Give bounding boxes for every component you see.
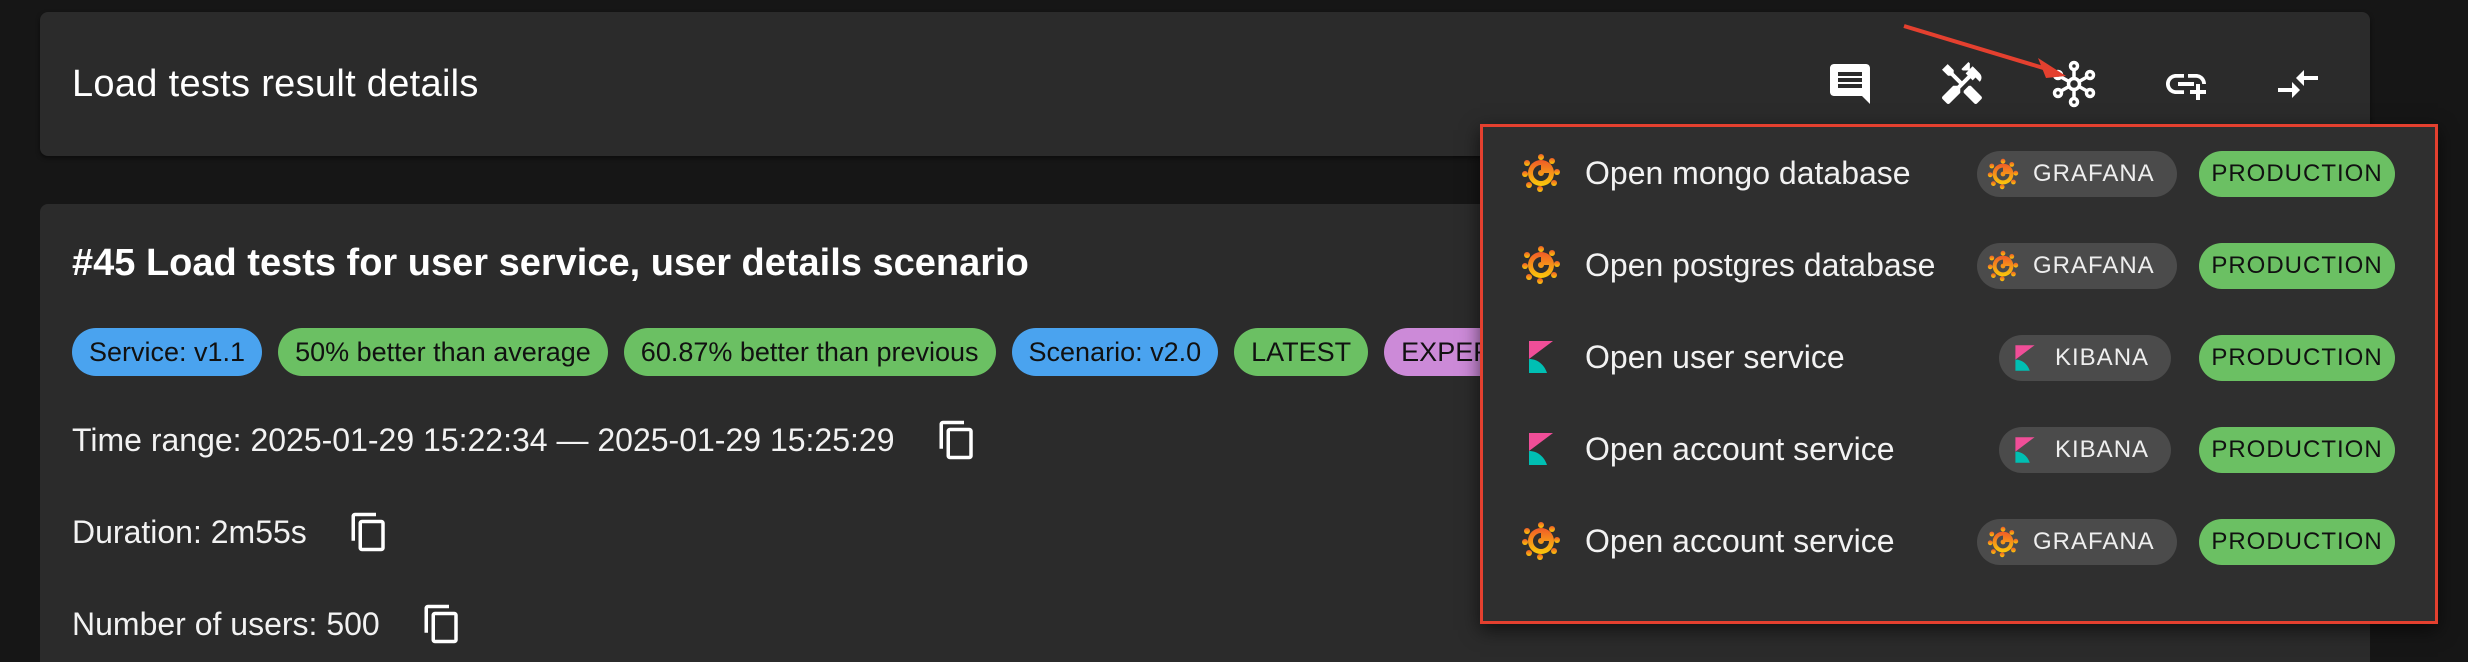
page: Load tests result details #45 Load tests… xyxy=(0,0,2468,662)
copy-icon xyxy=(939,420,973,460)
environment-chip: PRODUCTION xyxy=(2199,151,2395,197)
menu-item-label: Open mongo database xyxy=(1585,155,1911,191)
grafana-chip: GRAFANA xyxy=(1977,151,2177,197)
menu-item-open-user-service[interactable]: Open user service KIBANA PRODUCTION xyxy=(1483,311,2435,403)
grafana-icon xyxy=(1987,250,2019,282)
kibana-icon xyxy=(1529,341,1553,373)
grafana-chip: GRAFANA xyxy=(1977,519,2177,565)
page-title: Load tests result details xyxy=(72,63,479,105)
annotation-arrow xyxy=(1903,24,2066,78)
environment-chip: PRODUCTION xyxy=(2199,335,2395,381)
tool-chip-label: KIBANA xyxy=(2055,344,2150,371)
grafana-icon xyxy=(1522,154,1560,192)
kibana-icon xyxy=(2015,437,2035,463)
copy-icon xyxy=(351,512,385,552)
time-range-text: Time range: 2025-01-29 15:22:34 — 2025-0… xyxy=(72,421,895,458)
compare-icon xyxy=(2278,70,2318,98)
copy-duration-button[interactable] xyxy=(347,510,391,554)
latest-chip: LATEST xyxy=(1234,328,1369,376)
grafana-icon xyxy=(1987,526,2019,558)
add-link-button[interactable] xyxy=(2158,56,2214,112)
menu-item-open-account-service-kibana[interactable]: Open account service KIBANA PRODUCTION xyxy=(1483,403,2435,495)
users-text: Number of users: 500 xyxy=(72,605,380,642)
kibana-chip: KIBANA xyxy=(1999,335,2172,381)
environment-chip: PRODUCTION xyxy=(2199,519,2395,565)
menu-item-label: Open user service xyxy=(1585,339,1845,375)
compare-button[interactable] xyxy=(2270,56,2326,112)
add-link-icon xyxy=(2166,74,2206,100)
tool-chip-label: KIBANA xyxy=(2055,436,2150,463)
comment-icon xyxy=(1830,64,1870,104)
menu-item-label: Open postgres database xyxy=(1585,247,1936,283)
chip-list: Service: v1.1 50% better than average 60… xyxy=(72,328,1558,376)
comment-button[interactable] xyxy=(1822,56,1878,112)
previous-comparison-chip: 60.87% better than previous xyxy=(623,328,996,376)
kibana-chip: KIBANA xyxy=(1999,427,2172,473)
copy-users-button[interactable] xyxy=(420,602,464,646)
duration-row: Duration: 2m55s xyxy=(72,510,391,554)
grafana-icon xyxy=(1522,246,1560,284)
users-row: Number of users: 500 xyxy=(72,602,464,646)
tool-chip-label: GRAFANA xyxy=(2033,252,2155,279)
grafana-icon xyxy=(1987,158,2019,190)
environment-chip: PRODUCTION xyxy=(2199,427,2395,473)
copy-icon xyxy=(424,604,458,644)
environment-chip: PRODUCTION xyxy=(2199,243,2395,289)
time-range-row: Time range: 2025-01-29 15:22:34 — 2025-0… xyxy=(72,418,979,462)
test-title: #45 Load tests for user service, user de… xyxy=(72,242,1029,284)
menu-item-open-account-service-grafana[interactable]: Open account service GRAFANA PRODUCTION xyxy=(1483,495,2435,587)
average-comparison-chip: 50% better than average xyxy=(278,328,608,376)
tool-chip-label: GRAFANA xyxy=(2033,528,2155,555)
copy-time-range-button[interactable] xyxy=(935,418,979,462)
duration-text: Duration: 2m55s xyxy=(72,513,307,550)
kibana-icon xyxy=(1529,433,1553,465)
grafana-icon xyxy=(1522,522,1560,560)
scenario-version-chip: Scenario: v2.0 xyxy=(1011,328,1219,376)
integrations-menu: Open mongo database GRAFANA PRODUCTION O… xyxy=(1480,124,2438,624)
tool-chip-label: GRAFANA xyxy=(2033,160,2155,187)
menu-item-label: Open account service xyxy=(1585,431,1895,467)
grafana-chip: GRAFANA xyxy=(1977,243,2177,289)
menu-item-open-postgres-database[interactable]: Open postgres database GRAFANA PRODUCTIO… xyxy=(1483,219,2435,311)
menu-item-label: Open account service xyxy=(1585,523,1895,559)
service-version-chip: Service: v1.1 xyxy=(72,328,263,376)
menu-item-open-mongo-database[interactable]: Open mongo database GRAFANA PRODUCTION xyxy=(1483,127,2435,219)
kibana-icon xyxy=(2015,345,2035,371)
